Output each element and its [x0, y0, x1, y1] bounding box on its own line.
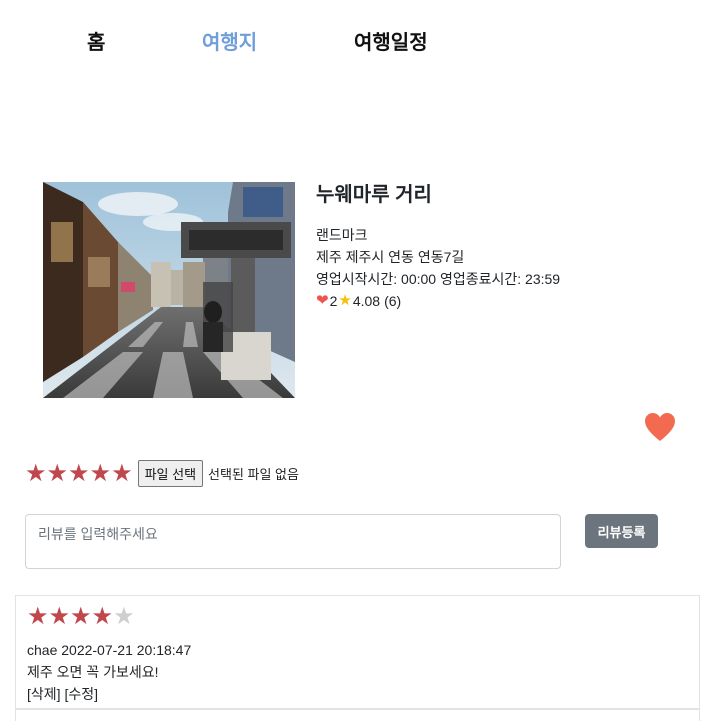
review-item: ★ ★ ★ ★ ★ chae 2022-07-21 20:18:47 제주 오면 꼭 가… — [15, 595, 700, 709]
review-list-divider — [15, 709, 700, 721]
review-input[interactable] — [25, 514, 561, 569]
star-icon[interactable]: ★ — [47, 461, 69, 486]
star-icon[interactable]: ★ — [25, 461, 47, 486]
review-content: 제주 오면 꼭 가보세요! — [27, 664, 159, 680]
nav-destinations-link[interactable]: 여행지 — [202, 26, 257, 55]
review-author: chae — [27, 642, 58, 658]
star-icon: ★ — [48, 603, 71, 630]
place-address: 제주 제주시 연동 연동7길 — [316, 249, 465, 265]
heart-icon: ❤ — [316, 292, 329, 309]
nav-itinerary-link[interactable]: 여행일정 — [354, 26, 428, 55]
star-rating-input[interactable]: ★ ★ ★ ★ ★ — [25, 461, 133, 486]
star-icon: ★ — [91, 603, 114, 630]
star-icon[interactable]: ★ — [90, 461, 112, 486]
star-icon[interactable]: ★ — [68, 461, 90, 486]
star-icon[interactable]: ★ — [111, 461, 133, 486]
review-submit-button[interactable]: 리뷰등록 — [585, 514, 658, 548]
file-status-text: 선택된 파일 없음 — [208, 467, 299, 482]
review-datetime: 2022-07-21 20:18:47 — [61, 642, 192, 658]
review-actions: [삭제] [수정] — [27, 683, 688, 705]
like-heart-icon[interactable] — [644, 412, 676, 442]
place-stats: ❤ 2 ★ 4.08 (6) — [316, 290, 696, 312]
review-stars: ★ ★ ★ ★ ★ — [27, 605, 688, 629]
file-choose-button[interactable]: 파일 선택 — [137, 460, 204, 487]
top-nav: 홈 여행지 여행일정 — [0, 26, 718, 56]
review-delete-link[interactable]: [삭제] — [27, 686, 61, 702]
star-icon: ★ — [27, 603, 49, 630]
star-icon: ★ — [70, 603, 92, 630]
rating-value: 4.08 — [352, 293, 381, 309]
review-edit-link[interactable]: [수정] — [64, 686, 98, 702]
star-icon: ★ — [338, 292, 352, 309]
star-icon: ★ — [113, 603, 135, 630]
place-hours: 영업시작시간: 00:00 영업종료시간: 23:59 — [316, 271, 561, 287]
nav-home-link[interactable]: 홈 — [87, 26, 105, 55]
review-meta: chae 2022-07-21 20:18:47 — [27, 639, 688, 661]
place-photo — [43, 182, 295, 398]
place-category: 랜드마크 — [316, 227, 368, 243]
place-title: 누웨마루 거리 — [316, 184, 432, 206]
likes-count: 2 — [329, 293, 338, 309]
review-count: (6) — [384, 293, 402, 309]
place-info: 누웨마루 거리 랜드마크 제주 제주시 연동 연동7길 영업시작시간: 00:0… — [316, 182, 696, 312]
review-rating-row: ★ ★ ★ ★ ★ 파일 선택 선택된 파일 없음 — [25, 460, 299, 487]
